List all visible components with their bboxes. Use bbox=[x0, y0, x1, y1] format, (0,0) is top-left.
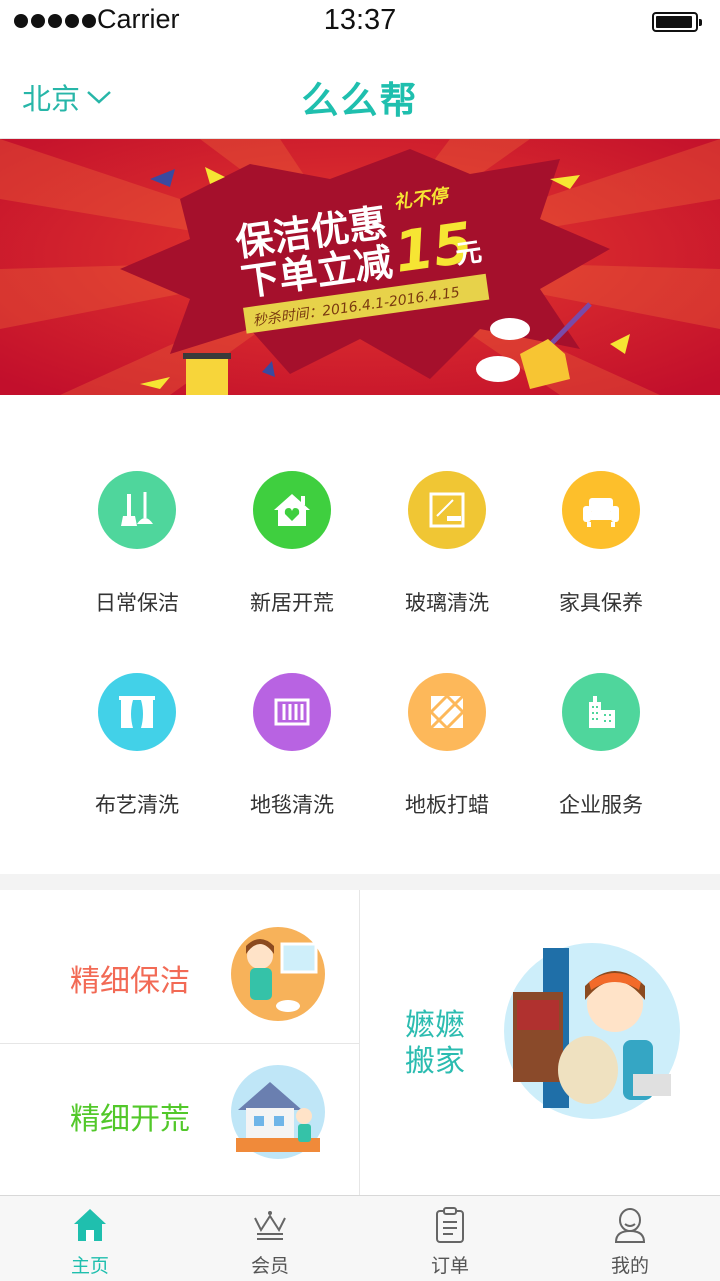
service-label: 新居开荒 bbox=[250, 591, 334, 615]
clipboard-icon bbox=[360, 1206, 540, 1246]
banner-amount-unit: 元 bbox=[454, 237, 484, 270]
crown-icon bbox=[180, 1206, 360, 1246]
battery-icon bbox=[652, 12, 702, 32]
status-bar: Carrier 13:37 bbox=[0, 0, 720, 46]
floor-tiles-icon bbox=[408, 673, 486, 751]
fine-cleaning-card[interactable]: 精细保洁 bbox=[0, 890, 359, 1043]
tab-label: 订单 bbox=[430, 1255, 469, 1277]
fine-new-home-label: 精细开荒 bbox=[70, 1102, 190, 1137]
tab-label: 会员 bbox=[250, 1255, 289, 1277]
house-heart-icon bbox=[253, 471, 331, 549]
tab-user[interactable]: 我的 bbox=[540, 1196, 720, 1281]
tab-clipboard[interactable]: 订单 bbox=[360, 1196, 540, 1281]
sofa-icon bbox=[562, 471, 640, 549]
service-label: 家具保养 bbox=[559, 591, 643, 615]
moving-label-line2: 搬家 bbox=[405, 1044, 465, 1079]
tab-crown[interactable]: 会员 bbox=[180, 1196, 360, 1281]
service-label: 布艺清洗 bbox=[95, 793, 179, 817]
service-label: 地毯清洗 bbox=[250, 793, 334, 817]
service-item[interactable]: 日常保洁 bbox=[59, 471, 215, 617]
mover-lady-illustration bbox=[504, 943, 680, 1119]
service-item[interactable]: 新居开荒 bbox=[214, 471, 370, 617]
service-label: 玻璃清洗 bbox=[405, 591, 489, 615]
building-icon bbox=[562, 673, 640, 751]
home-icon bbox=[0, 1206, 180, 1246]
section-divider bbox=[0, 874, 720, 890]
moving-card[interactable]: 嬷嬷 搬家 bbox=[360, 890, 720, 1195]
fine-cleaning-label: 精细保洁 bbox=[70, 964, 190, 999]
service-label: 地板打蜡 bbox=[405, 793, 489, 817]
window-icon bbox=[408, 471, 486, 549]
promo-section: 精细保洁 精细开荒 嬷嬷 搬家 bbox=[0, 890, 720, 1195]
tab-label: 我的 bbox=[610, 1255, 649, 1277]
cleaning-lady-illustration bbox=[231, 927, 325, 1021]
banner-artwork: 保洁优惠 下单立减 礼不停 15 元 秒杀时间：2016.4.1-2016.4.… bbox=[0, 139, 720, 395]
tab-bar: 主页 会员 订单 我的 bbox=[0, 1195, 720, 1281]
page-title: 么么帮 bbox=[301, 79, 419, 122]
house-illustration bbox=[231, 1065, 325, 1159]
service-item[interactable]: 地毯清洗 bbox=[214, 673, 370, 819]
rug-icon bbox=[253, 673, 331, 751]
promo-banner[interactable]: 保洁优惠 下单立减 礼不停 15 元 秒杀时间：2016.4.1-2016.4.… bbox=[0, 139, 720, 395]
service-grid: 日常保洁 新居开荒 玻璃清洗 家具保养布艺清洗 地毯清洗 地板打蜡 企业服务 bbox=[0, 395, 720, 875]
service-item[interactable]: 企业服务 bbox=[523, 673, 679, 819]
nav-bar: 北京 么么帮 bbox=[0, 46, 720, 139]
status-time: 13:37 bbox=[323, 4, 397, 36]
broom-icon bbox=[98, 471, 176, 549]
service-label: 企业服务 bbox=[559, 793, 643, 817]
user-icon bbox=[540, 1206, 720, 1246]
tab-label: 主页 bbox=[70, 1255, 109, 1277]
service-item[interactable]: 家具保养 bbox=[523, 471, 679, 617]
service-item[interactable]: 地板打蜡 bbox=[369, 673, 525, 819]
tab-home[interactable]: 主页 bbox=[0, 1196, 180, 1281]
service-item[interactable]: 玻璃清洗 bbox=[369, 471, 525, 617]
curtain-icon bbox=[98, 673, 176, 751]
service-item[interactable]: 布艺清洗 bbox=[59, 673, 215, 819]
service-label: 日常保洁 bbox=[95, 591, 179, 615]
fine-new-home-card[interactable]: 精细开荒 bbox=[0, 1044, 359, 1195]
